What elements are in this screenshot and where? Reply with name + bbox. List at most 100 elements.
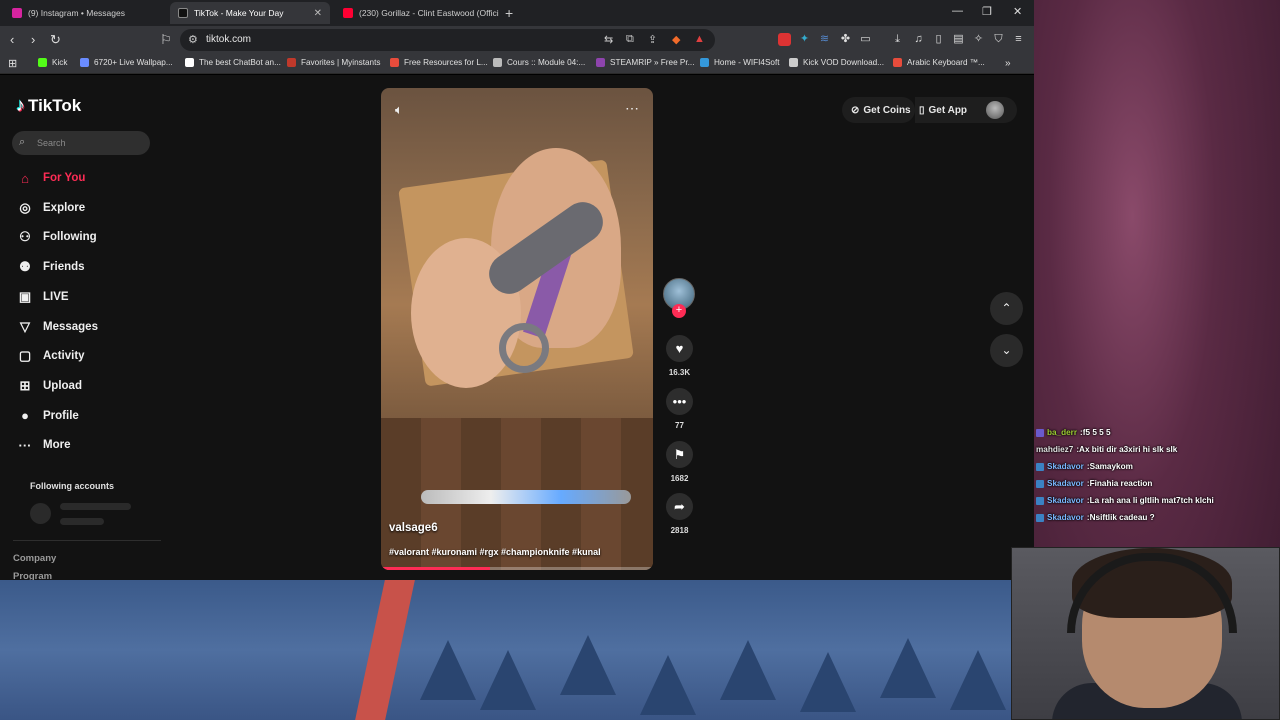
media-icon[interactable]: ♫ (912, 33, 925, 46)
video-more-icon[interactable]: ⋯ (625, 100, 639, 117)
next-video-button[interactable]: ⌄ (990, 334, 1023, 367)
extension-feather-icon[interactable]: ✦ (798, 33, 811, 46)
save-count: 1682 (670, 474, 689, 483)
chat-badge-icon (1036, 496, 1044, 505)
save-icon[interactable]: ⚑ (666, 441, 693, 468)
reload-icon[interactable]: ↻ (50, 32, 61, 48)
like-icon[interactable]: ♥ (666, 335, 693, 362)
screen: (9) Instagram • Messages TikTok - Make Y… (0, 0, 1280, 720)
bookmark-item[interactable]: 6720+ Live Wallpap... (80, 58, 173, 67)
video-progress-bar[interactable] (381, 567, 653, 570)
bookmark-icon[interactable]: ⚐ (160, 32, 172, 48)
share-icon[interactable]: ➦ (666, 493, 693, 520)
video-player[interactable]: 🔈︎ ⋯ valsage6 #valorant #kuronami #rgx #… (381, 88, 653, 570)
get-coins-button[interactable]: ⊘ Get Coins (842, 97, 915, 123)
apps-grid-icon[interactable]: ⊞ (8, 57, 17, 70)
extension-wave-icon[interactable]: ≋ (818, 33, 831, 46)
footer-link-program[interactable]: Program (13, 571, 52, 580)
tiktok-logo[interactable]: ♪ TikTok (16, 95, 81, 116)
profile-avatar-button[interactable] (975, 97, 1017, 123)
back-icon[interactable]: ‹ (10, 32, 14, 47)
nav-item-explore[interactable]: ◎ Explore (16, 197, 85, 219)
vpn-icon[interactable]: ⛉ (992, 33, 1005, 46)
get-app-button[interactable]: ▯ Get App (915, 97, 975, 123)
search-input[interactable] (37, 135, 142, 151)
extension-record-icon[interactable] (778, 33, 791, 46)
get-coins-label: Get Coins (863, 104, 911, 116)
leo-ai-icon[interactable]: ✧ (972, 33, 985, 46)
comment-count: 77 (675, 421, 684, 430)
more-bookmarks-icon[interactable]: » (1005, 58, 1011, 69)
url-text[interactable]: tiktok.com (206, 34, 251, 45)
search-box[interactable]: ⌕ (12, 131, 150, 155)
browser-tab-active[interactable]: TikTok - Make Your Day ✕ (170, 2, 330, 24)
comment-icon[interactable]: ••• (666, 388, 693, 415)
browser-tab[interactable]: (9) Instagram • Messages (4, 2, 168, 24)
previous-video-button[interactable]: ⌃ (990, 292, 1023, 325)
nav-item-label: Explore (43, 201, 86, 214)
share-icon[interactable]: ⇪ (648, 33, 657, 46)
nav-item-more[interactable]: ··· More (16, 434, 71, 456)
nav-item-friends[interactable]: ⚉ Friends (16, 256, 84, 278)
chat-badge-icon (1036, 513, 1044, 522)
bookmark-item[interactable]: Free Resources for L... (390, 58, 488, 67)
nav-item-following[interactable]: ⚇ Following (16, 226, 96, 248)
close-window-button[interactable]: ✕ (1013, 5, 1022, 18)
omnibox[interactable]: ⚙ tiktok.com ⇆ ⧉ ⇪ ◆ ▲ (180, 29, 715, 51)
live-icon: ▣ (18, 288, 32, 304)
bookmark-favicon-icon (893, 58, 902, 67)
chat-username: Skadavor (1047, 479, 1084, 488)
download-icon[interactable]: ⤓ (891, 33, 904, 46)
nav-item-profile[interactable]: ● Profile (16, 405, 79, 427)
nav-item-for-you[interactable]: ⌂ For You (16, 167, 85, 189)
bookmark-item[interactable]: Home - WIFI4Soft (700, 58, 780, 67)
avatar (986, 101, 1004, 119)
browser-tab[interactable]: (230) Gorillaz - Clint Eastwood (Offici (335, 2, 500, 24)
bookmark-item[interactable]: Favorites | Myinstants (287, 58, 380, 67)
nav-item-label: LIVE (43, 290, 69, 303)
nav-item-label: Profile (43, 409, 79, 422)
tab-title: TikTok - Make Your Day (194, 8, 284, 18)
bookmark-item[interactable]: Kick VOD Download... (789, 58, 884, 67)
bookmark-item[interactable]: The best ChatBot an... (185, 58, 281, 67)
extensions-icon[interactable]: ✤ (839, 33, 852, 46)
video-author[interactable]: valsage6 (389, 522, 438, 534)
bookmark-item[interactable]: STEAMRIP » Free Pr... (596, 58, 694, 67)
sidebar-icon[interactable]: ▯ (932, 33, 945, 46)
bookmark-item[interactable]: Cours :: Module 04:... (493, 58, 585, 67)
open-in-app-icon[interactable]: ⧉ (626, 33, 634, 46)
nav-item-label: For You (43, 172, 86, 184)
bookmark-favicon-icon (390, 58, 399, 67)
bookmark-item[interactable]: Arabic Keyboard ™... (893, 58, 985, 67)
nav-item-upload[interactable]: ⊞ Upload (16, 375, 82, 397)
bookmark-item[interactable]: Kick (38, 58, 67, 67)
follow-plus-icon[interactable]: + (672, 304, 686, 318)
wallet-icon[interactable]: ▤ (952, 33, 965, 46)
close-tab-icon[interactable]: ✕ (314, 8, 322, 19)
chat-message: ba_derr: f5 5 5 5 (1036, 424, 1276, 441)
restore-button[interactable]: ❐ (982, 5, 992, 18)
chat-message: Skadavor: Finahia reaction (1036, 475, 1276, 492)
nav-item-activity[interactable]: ▢ Activity (16, 345, 85, 367)
new-tab-button[interactable]: + (505, 5, 513, 21)
nav-item-label: Upload (43, 379, 82, 392)
minimize-button[interactable]: — (952, 5, 963, 17)
nav-item-live[interactable]: ▣ LIVE (16, 286, 69, 308)
brave-shields-icon[interactable]: ◆ (672, 33, 680, 46)
chat-message: Skadavor: Samaykom (1036, 458, 1276, 475)
translate-icon[interactable]: ⇆ (604, 33, 613, 46)
coin-icon: ⊘ (851, 104, 860, 116)
footer-link-company[interactable]: Company (13, 553, 56, 564)
brave-rewards-icon[interactable]: ▲ (694, 33, 705, 45)
bookmarks-bar: ⊞ Kick 6720+ Live Wallpap... The best Chat… (0, 54, 1034, 74)
forward-icon[interactable]: › (31, 32, 35, 47)
site-info-icon[interactable]: ⚙ (188, 33, 198, 46)
screenshot-icon[interactable]: ▭ (859, 33, 872, 46)
bookmark-label: Kick (52, 58, 68, 67)
video-caption[interactable]: #valorant #kuronami #rgx #championknife … (389, 547, 601, 557)
nav-item-messages[interactable]: ▽ Messages (16, 316, 98, 338)
menu-icon[interactable]: ≡ (1012, 33, 1025, 46)
bookmark-favicon-icon (38, 58, 47, 67)
more-icon: ··· (18, 437, 32, 453)
mute-icon[interactable]: 🔈︎ (395, 102, 403, 118)
